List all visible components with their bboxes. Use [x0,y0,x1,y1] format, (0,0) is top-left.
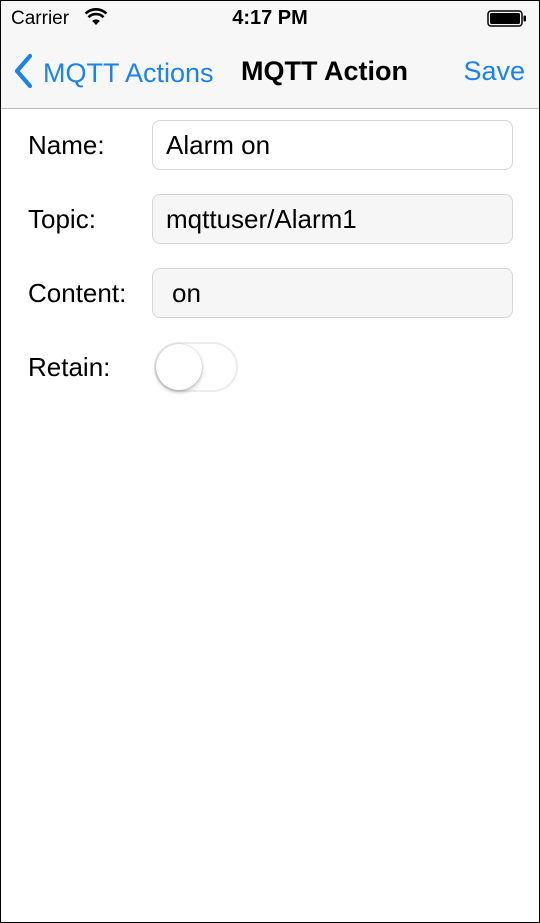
topic-label: Topic: [28,204,96,234]
toggle-knob [156,344,202,390]
topic-field-value: mqttuser/Alarm1 [166,204,357,234]
battery-icon [487,10,527,32]
name-field[interactable]: Alarm on [152,120,513,170]
retain-toggle[interactable] [154,342,238,392]
back-button-label: MQTT Actions [43,57,214,88]
screen: Carrier 4:17 PM MQTT Actions MQTT Action… [0,0,540,923]
navigation-bar: MQTT Actions MQTT Action Save [1,35,539,109]
name-field-value: Alarm on [166,130,271,160]
chevron-left-icon [13,53,35,94]
status-bar: Carrier 4:17 PM [1,1,539,35]
topic-field[interactable]: mqttuser/Alarm1 [152,194,513,244]
clock: 4:17 PM [232,7,308,29]
back-button[interactable]: MQTT Actions [13,53,214,94]
retain-label: Retain: [28,352,111,382]
topic-row: Topic: mqttuser/Alarm1 [1,194,539,244]
content-row: Content: on [1,268,539,318]
content-field[interactable]: on [152,268,513,318]
name-label: Name: [28,130,105,160]
content-field-value: on [172,278,201,308]
name-row: Name: Alarm on [1,120,539,170]
retain-row: Retain: [1,342,539,392]
content-label: Content: [28,278,127,308]
page-title: MQTT Action [241,56,408,86]
save-button[interactable]: Save [463,56,525,87]
